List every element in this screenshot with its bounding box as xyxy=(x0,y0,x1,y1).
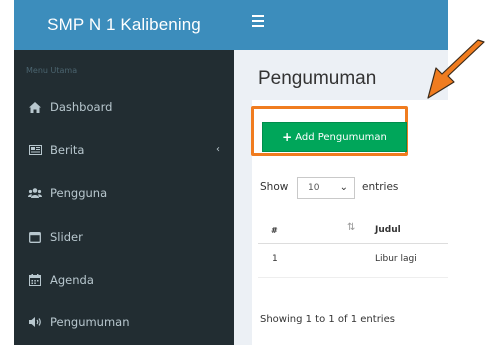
table-cell-judul: Libur lagi xyxy=(375,254,417,264)
volume-icon xyxy=(28,317,42,327)
sort-icon[interactable]: ⇅ xyxy=(347,222,355,233)
sidebar-item-label: Slider xyxy=(50,230,83,244)
add-pengumuman-button[interactable]: + Add Pengumuman xyxy=(262,122,407,152)
chevron-down-icon: ⌄ xyxy=(339,182,348,193)
entries-label: entries xyxy=(362,181,399,193)
sidebar-item-label: Pengguna xyxy=(50,186,108,200)
calendar-icon xyxy=(28,274,42,286)
app-brand[interactable]: SMP N 1 Kalibening xyxy=(14,0,234,50)
sidebar-item-label: Dashboard xyxy=(50,100,113,114)
newspaper-icon xyxy=(28,145,42,155)
sidebar: Menu Utama Dashboard Berita ‹ Pengguna S… xyxy=(14,50,234,345)
sidebar-item-slider[interactable]: Slider xyxy=(14,222,234,252)
sidebar-item-pengguna[interactable]: Pengguna xyxy=(14,178,234,208)
window-icon xyxy=(28,231,42,243)
page-size-select[interactable]: 10 ⌄ xyxy=(297,177,355,199)
add-button-label: Add Pengumuman xyxy=(295,131,387,143)
header-divider xyxy=(258,243,448,244)
home-icon xyxy=(28,101,42,113)
menu-toggle-icon[interactable] xyxy=(252,15,264,31)
sidebar-item-agenda[interactable]: Agenda xyxy=(14,265,234,295)
sidebar-item-dashboard[interactable]: Dashboard xyxy=(14,92,234,122)
sidebar-item-berita[interactable]: Berita ‹ xyxy=(14,135,234,165)
page-size-value: 10 xyxy=(308,183,320,193)
sidebar-item-pengumuman[interactable]: Pengumuman xyxy=(14,307,234,337)
users-icon xyxy=(28,188,42,198)
row-divider xyxy=(258,277,448,278)
column-header-number[interactable]: # xyxy=(271,226,278,235)
sidebar-item-label: Berita xyxy=(50,143,85,157)
sidebar-header: Menu Utama xyxy=(26,66,78,75)
column-header-judul[interactable]: Judul xyxy=(375,225,401,235)
app-brand-label: SMP N 1 Kalibening xyxy=(47,15,201,34)
annotation-arrow-icon xyxy=(427,39,485,99)
plus-icon: + xyxy=(282,130,293,144)
page-title: Pengumuman xyxy=(258,68,377,89)
show-label: Show xyxy=(260,181,289,193)
top-navbar xyxy=(234,0,448,50)
sidebar-item-label: Pengumuman xyxy=(50,315,130,329)
table-cell-number: 1 xyxy=(272,254,278,264)
sidebar-item-label: Agenda xyxy=(50,273,94,287)
table-info: Showing 1 to 1 of 1 entries xyxy=(260,314,395,325)
chevron-left-icon: ‹ xyxy=(216,144,220,155)
